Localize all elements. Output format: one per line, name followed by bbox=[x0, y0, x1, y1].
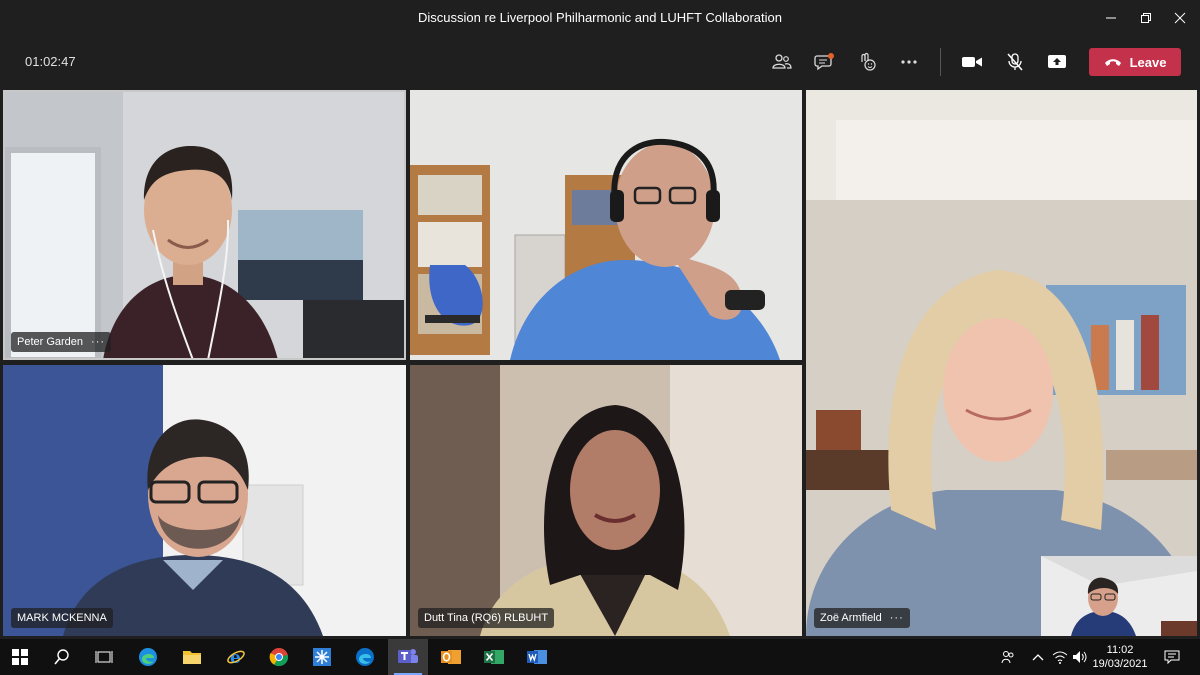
participant-nameplate: Peter Garden ··· bbox=[11, 332, 112, 352]
word-icon[interactable] bbox=[517, 639, 557, 675]
participant-nameplate: MARK MCKENNA bbox=[11, 608, 113, 628]
network-icon[interactable] bbox=[1052, 649, 1068, 665]
meeting-timer: 01:02:47 bbox=[25, 54, 76, 69]
share-screen-icon[interactable] bbox=[1045, 50, 1069, 74]
task-view-icon[interactable] bbox=[84, 639, 124, 675]
participant-nameplate: Zoë Armfield ··· bbox=[814, 608, 910, 628]
video-tile-mark-mckenna[interactable]: MARK MCKENNA bbox=[3, 365, 406, 636]
clock-date: 19/03/2021 bbox=[1092, 658, 1148, 670]
edge-icon[interactable] bbox=[128, 639, 168, 675]
meeting-controls-bar: 01:02:47 Leave bbox=[0, 36, 1200, 88]
minimize-icon[interactable] bbox=[1101, 8, 1121, 28]
hang-up-icon bbox=[1104, 55, 1122, 70]
chevron-up-icon[interactable] bbox=[1030, 649, 1046, 665]
leave-label: Leave bbox=[1129, 54, 1167, 70]
self-view-video[interactable] bbox=[1041, 556, 1197, 636]
people-icon[interactable] bbox=[770, 50, 794, 74]
chrome-icon[interactable] bbox=[259, 639, 299, 675]
reactions-icon[interactable] bbox=[855, 50, 879, 74]
search-icon[interactable] bbox=[42, 639, 82, 675]
leave-button[interactable]: Leave bbox=[1089, 48, 1181, 76]
video-tile-zoe-armfield[interactable]: Zoë Armfield ··· bbox=[806, 90, 1197, 636]
participant-video bbox=[3, 365, 406, 636]
more-options-icon[interactable]: ··· bbox=[890, 612, 904, 624]
participant-name: Zoë Armfield bbox=[820, 612, 882, 624]
toolbar-divider bbox=[940, 48, 941, 76]
windows-start-icon[interactable] bbox=[0, 639, 40, 675]
volume-icon[interactable] bbox=[1072, 649, 1088, 665]
people-icon[interactable] bbox=[1000, 649, 1016, 665]
participant-name: MARK MCKENNA bbox=[17, 612, 107, 624]
system-clock[interactable]: 11:02 19/03/2021 bbox=[1090, 643, 1150, 671]
windows-taskbar: e 11:02 19/03/2021 bbox=[0, 639, 1200, 675]
participant-name: Peter Garden bbox=[17, 336, 84, 348]
mic-muted-icon[interactable] bbox=[1003, 50, 1027, 74]
file-explorer-icon[interactable] bbox=[172, 639, 212, 675]
edge-beta-icon[interactable] bbox=[345, 639, 385, 675]
video-tile-dutt-tina[interactable]: Dutt Tina (RQ6) RLBUHT bbox=[410, 365, 802, 636]
participant-video bbox=[806, 90, 1197, 636]
video-tile-headset-participant[interactable] bbox=[410, 90, 802, 360]
chat-icon[interactable] bbox=[812, 50, 836, 74]
video-tile-peter-garden[interactable]: Peter Garden ··· bbox=[3, 90, 406, 360]
participant-name: Dutt Tina (RQ6) RLBUHT bbox=[424, 612, 549, 624]
more-icon[interactable] bbox=[897, 50, 921, 74]
participant-nameplate: Dutt Tina (RQ6) RLBUHT bbox=[418, 608, 555, 628]
excel-icon[interactable] bbox=[474, 639, 514, 675]
participant-video bbox=[3, 90, 406, 360]
camera-icon[interactable] bbox=[960, 50, 984, 74]
participant-video bbox=[410, 365, 802, 636]
window-title: Discussion re Liverpool Philharmonic and… bbox=[418, 10, 782, 25]
more-options-icon[interactable]: ··· bbox=[91, 336, 105, 348]
outlook-icon[interactable] bbox=[431, 639, 471, 675]
teams-icon[interactable] bbox=[388, 639, 428, 675]
snowflake-app-icon[interactable] bbox=[302, 639, 342, 675]
clock-time: 11:02 bbox=[1106, 644, 1134, 656]
internet-explorer-icon[interactable]: e bbox=[216, 639, 256, 675]
maximize-icon[interactable] bbox=[1136, 8, 1156, 28]
notification-icon[interactable] bbox=[1164, 649, 1180, 665]
close-icon[interactable] bbox=[1170, 8, 1190, 28]
title-bar: Discussion re Liverpool Philharmonic and… bbox=[0, 0, 1200, 36]
participant-video bbox=[410, 90, 802, 360]
